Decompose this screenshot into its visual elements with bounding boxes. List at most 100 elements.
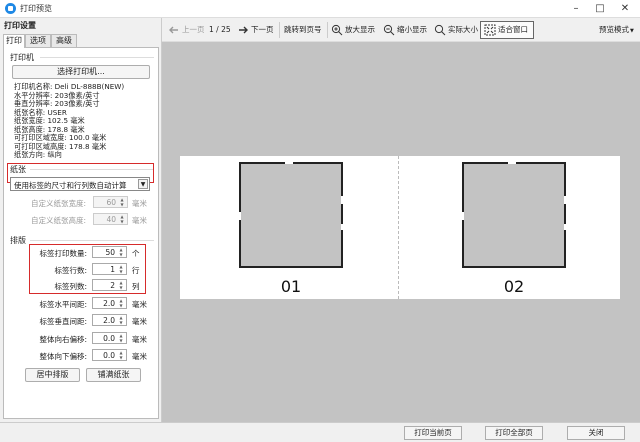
label-preview-2: [461, 161, 567, 268]
maximize-button[interactable]: □: [590, 1, 610, 16]
label-gap: [341, 224, 344, 230]
goto-page-button[interactable]: 跳转到页号: [284, 23, 322, 37]
spin-arrows-icon[interactable]: ▲ ▼: [117, 264, 125, 274]
fit-window-label: 适合窗口: [498, 25, 528, 34]
offset-right-value: 0.0: [103, 334, 115, 343]
spin-arrows-icon[interactable]: ▲ ▼: [118, 214, 126, 224]
paper-orientation: 纸张方向: 纵向: [14, 150, 62, 159]
v-spacing-value: 2.0: [103, 316, 115, 325]
label-cols-input[interactable]: 2 ▲ ▼: [92, 279, 127, 291]
label-gap: [564, 196, 567, 204]
zoom-in-button[interactable]: 放大显示: [331, 23, 375, 37]
tab-advanced[interactable]: 高级: [51, 34, 77, 47]
close-window-button[interactable]: ✕: [615, 1, 635, 16]
app-icon: [5, 3, 16, 14]
minimize-button[interactable]: –: [566, 1, 586, 16]
paper-mode-value: 使用标签的尺寸和行列数自动计算: [14, 181, 127, 190]
label-rows-unit: 行: [132, 266, 140, 275]
tab-options[interactable]: 选项: [25, 34, 51, 47]
prev-page-label: 上一页: [182, 25, 205, 34]
unit-label: 毫米: [132, 199, 147, 208]
tab-print[interactable]: 打印: [3, 34, 25, 48]
label-cols-value: 2: [110, 281, 115, 290]
chevron-down-icon[interactable]: ▼: [138, 179, 148, 189]
label-rows-input[interactable]: 1 ▲ ▼: [92, 263, 127, 275]
fill-paper-button[interactable]: 铺满纸张: [86, 368, 141, 382]
custom-width-value: 60: [106, 198, 116, 207]
prev-page-button[interactable]: 上一页: [168, 23, 205, 37]
custom-width-label: 自定义纸张宽度:: [30, 199, 86, 208]
next-page-button[interactable]: 下一页: [237, 23, 274, 37]
label-count-value: 50: [105, 248, 115, 257]
zoom-in-label: 放大显示: [345, 25, 375, 34]
preview-mode-label: 预览模式: [599, 25, 629, 34]
custom-width-input[interactable]: 60 ▲ ▼: [93, 196, 128, 208]
preview-canvas[interactable]: 01 02: [162, 42, 640, 422]
page-indicator: 1 / 25: [209, 25, 231, 34]
bottom-bar: 打印当前页 打印全部页 关闭: [0, 422, 640, 442]
offset-right-input[interactable]: 0.0 ▲ ▼: [92, 332, 127, 344]
label-gap: [564, 224, 567, 230]
print-settings-panel: 打印设置 打印 选项 高级 打印机 选择打印机... 打印机名称: Deli D…: [0, 18, 162, 423]
arrow-right-icon: [239, 26, 248, 34]
fit-window-label-wrap[interactable]: 适合窗口: [484, 23, 528, 37]
preview-mode-dropdown[interactable]: 预览模式▼: [599, 23, 634, 37]
paper-width: 纸张宽度: 102.5 毫米: [14, 116, 85, 125]
separator: [327, 22, 328, 38]
unit-label: 毫米: [132, 216, 147, 225]
custom-height-input[interactable]: 40 ▲ ▼: [93, 213, 128, 225]
label-cols-label: 标签列数:: [54, 282, 87, 291]
preview-page: 01 02: [180, 156, 620, 299]
v-spacing-unit: 毫米: [132, 317, 147, 326]
zoom-out-label: 缩小显示: [397, 25, 427, 34]
label-gap: [508, 161, 516, 164]
label-gap: [461, 212, 464, 220]
spin-arrows-icon[interactable]: ▲ ▼: [117, 247, 125, 257]
h-spacing-input[interactable]: 2.0 ▲ ▼: [92, 297, 127, 309]
preview-toolbar: 上一页 1 / 25 下一页 跳转到页号 放大显示 缩小显示 实际大小 适合窗口…: [162, 18, 640, 42]
zoom-out-button[interactable]: 缩小显示: [383, 23, 427, 37]
offset-right-label: 整体向右偏移:: [39, 335, 87, 344]
label-preview-1: [238, 161, 344, 268]
spin-arrows-icon[interactable]: ▲ ▼: [117, 350, 125, 360]
actual-size-button[interactable]: 实际大小: [434, 23, 478, 37]
separator: [279, 22, 280, 38]
spin-arrows-icon[interactable]: ▲ ▼: [117, 333, 125, 343]
print-current-page-button[interactable]: 打印当前页: [404, 426, 462, 440]
v-spacing-input[interactable]: 2.0 ▲ ▼: [92, 314, 127, 326]
spin-arrows-icon[interactable]: ▲ ▼: [118, 197, 126, 207]
label-gap: [341, 196, 344, 204]
close-button[interactable]: 关闭: [567, 426, 625, 440]
v-spacing-label: 标签垂直间距:: [39, 317, 87, 326]
custom-height-value: 40: [106, 215, 116, 224]
spin-arrows-icon[interactable]: ▲ ▼: [117, 280, 125, 290]
paper-mode-select[interactable]: 使用标签的尺寸和行列数自动计算 ▼: [10, 177, 150, 191]
offset-down-input[interactable]: 0.0 ▲ ▼: [92, 349, 127, 361]
spin-arrows-icon[interactable]: ▲ ▼: [117, 298, 125, 308]
offset-down-label: 整体向下偏移:: [39, 352, 87, 361]
label-cols-unit: 列: [132, 282, 140, 291]
offset-down-value: 0.0: [103, 351, 115, 360]
printer-section-label: 打印机: [10, 53, 34, 62]
select-printer-button[interactable]: 选择打印机...: [12, 65, 150, 79]
center-layout-button[interactable]: 居中排版: [25, 368, 80, 382]
label-rows-label: 标签行数:: [54, 266, 87, 275]
vertical-resolution: 垂直分辨率: 203像素/英寸: [14, 99, 100, 108]
label-count-label: 标签打印数量:: [39, 249, 87, 258]
fit-window-icon: [484, 24, 496, 36]
spin-arrows-icon[interactable]: ▲ ▼: [117, 315, 125, 325]
label-number-2: 02: [503, 277, 525, 296]
zoom-out-icon: [383, 24, 395, 36]
label-image: [239, 162, 343, 268]
label-number-1: 01: [280, 277, 302, 296]
panel-title: 打印设置: [4, 21, 36, 30]
arrow-left-icon: [169, 26, 178, 34]
label-count-input[interactable]: 50 ▲ ▼: [92, 246, 127, 258]
divider: [30, 240, 154, 241]
tab-body: 打印机 选择打印机... 打印机名称: Deli DL-888B(NEW) 水平…: [3, 47, 159, 419]
offset-down-unit: 毫米: [132, 352, 147, 361]
print-all-pages-button[interactable]: 打印全部页: [485, 426, 543, 440]
printable-width: 可打印区域宽度: 100.0 毫米: [14, 133, 107, 142]
h-spacing-unit: 毫米: [132, 300, 147, 309]
offset-right-unit: 毫米: [132, 335, 147, 344]
